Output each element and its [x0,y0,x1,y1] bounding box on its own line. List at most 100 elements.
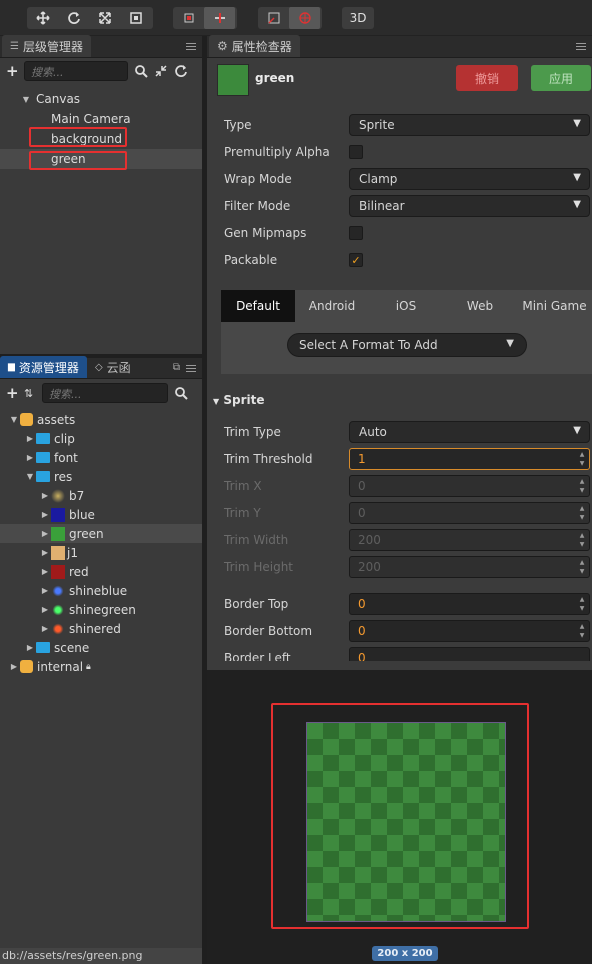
trim-threshold-input[interactable]: 1 ▲ ▼ [349,448,590,470]
asset-item-shinered[interactable]: ▶ shinered [0,619,202,638]
sprite-section-header[interactable]: ▼ Sprite [207,390,592,412]
hierarchy-search-input[interactable]: 搜索... [24,61,128,81]
tab-assets[interactable]: ▆ 资源管理器 [0,356,87,378]
highlight-box-preview [271,703,529,929]
world-coord-icon[interactable] [289,7,320,29]
pivot-icon[interactable] [173,7,204,29]
collapse-arrow-icon[interactable]: ▶ [39,586,51,595]
assets-search-input[interactable]: 搜索... [42,383,168,403]
center-icon[interactable] [204,7,235,29]
trim-x-input: 0 ▲ ▼ [349,475,590,497]
collapse-arrow-icon[interactable]: ▶ [24,643,36,652]
expand-arrow-icon[interactable]: ▼ [24,472,36,481]
highlight-box-background [29,127,127,147]
gear-icon: ⚙ [217,39,228,53]
asset-path-status: db://assets/res/green.png [0,948,202,964]
panel-menu-icon[interactable] [576,41,586,51]
asset-folder-clip[interactable]: ▶ clip [0,429,202,448]
expand-arrow-icon[interactable]: ▼ [8,415,20,424]
asset-label: shinegreen [69,602,136,617]
trim-x-label: Trim X [224,479,262,493]
search-icon[interactable] [174,386,188,400]
tab-platform-default[interactable]: Default [221,290,295,322]
asset-item-shineblue[interactable]: ▶ shineblue [0,581,202,600]
asset-item-blue[interactable]: ▶ blue [0,505,202,524]
hierarchy-search-row: + 搜索... [0,58,202,84]
packable-checkbox[interactable]: ✓ [349,253,363,267]
stepper-icon[interactable]: ▲ ▼ [577,622,587,640]
gen-mipmaps-label: Gen Mipmaps [224,226,307,240]
popout-icon[interactable]: ⧉ [173,362,180,373]
filter-mode-value: Bilinear [359,199,405,213]
collapse-arrow-icon[interactable]: ▶ [39,548,51,557]
panel-menu-icon[interactable] [186,41,196,51]
wrap-mode-select[interactable]: Clamp ▼ [349,168,590,190]
gen-mipmaps-checkbox[interactable] [349,226,363,240]
collapse-icon[interactable] [154,64,168,78]
asset-item-green[interactable]: ▶ green [0,524,202,543]
check-icon: ✓ [351,254,361,267]
asset-folder-assets[interactable]: ▼ assets [0,410,202,429]
collapse-arrow-icon[interactable]: ▶ [39,529,51,538]
scale-tool-icon[interactable] [89,7,120,29]
asset-folder-internal[interactable]: ▶ internal 🔒︎ [0,657,202,676]
type-select[interactable]: Sprite ▼ [349,114,590,136]
tab-platform-web[interactable]: Web [443,290,517,322]
asset-item-red[interactable]: ▶ red [0,562,202,581]
expand-arrow-icon[interactable]: ▼ [20,95,32,104]
border-left-input[interactable]: 0 [349,647,590,661]
asset-item-shinegreen[interactable]: ▶ shinegreen [0,600,202,619]
platform-format-area: Select A Format To Add ▼ [221,322,592,374]
collapse-arrow-icon[interactable]: ▶ [39,605,51,614]
rect-tool-icon[interactable] [120,7,151,29]
tree-node-main-camera[interactable]: Main Camera [0,109,202,129]
stepper-icon[interactable]: ▲ ▼ [577,450,587,468]
add-asset-icon[interactable]: + [6,384,19,402]
border-bottom-input[interactable]: 0 ▲ ▼ [349,620,590,642]
border-top-value: 0 [358,597,366,611]
add-node-icon[interactable]: + [6,62,19,80]
tab-platform-android[interactable]: Android [295,290,369,322]
asset-folder-font[interactable]: ▶ font [0,448,202,467]
asset-folder-scene[interactable]: ▶ scene [0,638,202,657]
collapse-arrow-icon[interactable]: ▶ [24,434,36,443]
rotate-tool-icon[interactable] [58,7,89,29]
apply-button[interactable]: 应用 [531,65,591,91]
panel-menu-icon[interactable] [186,363,196,373]
sort-icon[interactable]: ⇅ [24,387,36,400]
filter-mode-select[interactable]: Bilinear ▼ [349,195,590,217]
refresh-icon[interactable] [174,64,188,78]
move-tool-icon[interactable] [27,7,58,29]
asset-name: green [255,71,295,85]
asset-folder-res[interactable]: ▼ res [0,467,202,486]
tab-platform-minigame[interactable]: Mini Game [517,290,592,322]
collapse-arrow-icon[interactable]: ▶ [39,491,51,500]
editor-window: { "toolbar": {"btn_3d": "3D"}, "hierarch… [0,0,592,964]
format-select[interactable]: Select A Format To Add ▼ [287,333,527,357]
tree-node-canvas[interactable]: ▼ Canvas [0,89,202,109]
3d-toggle-button[interactable]: 3D [342,7,374,29]
collapse-arrow-icon[interactable]: ▶ [39,510,51,519]
tab-hierarchy[interactable]: ☰ 层级管理器 [2,35,91,57]
asset-header: green 撤销 应用 [207,58,592,104]
border-top-input[interactable]: 0 ▲ ▼ [349,593,590,615]
collapse-arrow-icon[interactable]: ▶ [39,567,51,576]
tab-platform-ios[interactable]: iOS [369,290,443,322]
premultiply-checkbox[interactable] [349,145,363,159]
collapse-arrow-icon[interactable]: ▶ [24,453,36,462]
collapse-arrow-icon[interactable]: ▶ [8,662,20,671]
main-toolbar: 3D [0,0,592,36]
tab-inspector[interactable]: ⚙ 属性检查器 [209,35,300,57]
search-icon[interactable] [134,64,148,78]
asset-item-b7[interactable]: ▶ b7 [0,486,202,505]
local-coord-icon[interactable] [258,7,289,29]
stepper-icon[interactable]: ▲ ▼ [577,595,587,613]
collapse-arrow-icon[interactable]: ▶ [39,624,51,633]
tab-cloud[interactable]: ◇ 云函 [87,356,139,378]
asset-item-j1[interactable]: ▶ j1 [0,543,202,562]
section-arrow-icon: ▼ [213,397,220,406]
revert-button[interactable]: 撤销 [456,65,518,91]
asset-label: clip [54,431,75,446]
inspector-tab-label: 属性检查器 [231,39,292,54]
trim-type-select[interactable]: Auto ▼ [349,421,590,443]
